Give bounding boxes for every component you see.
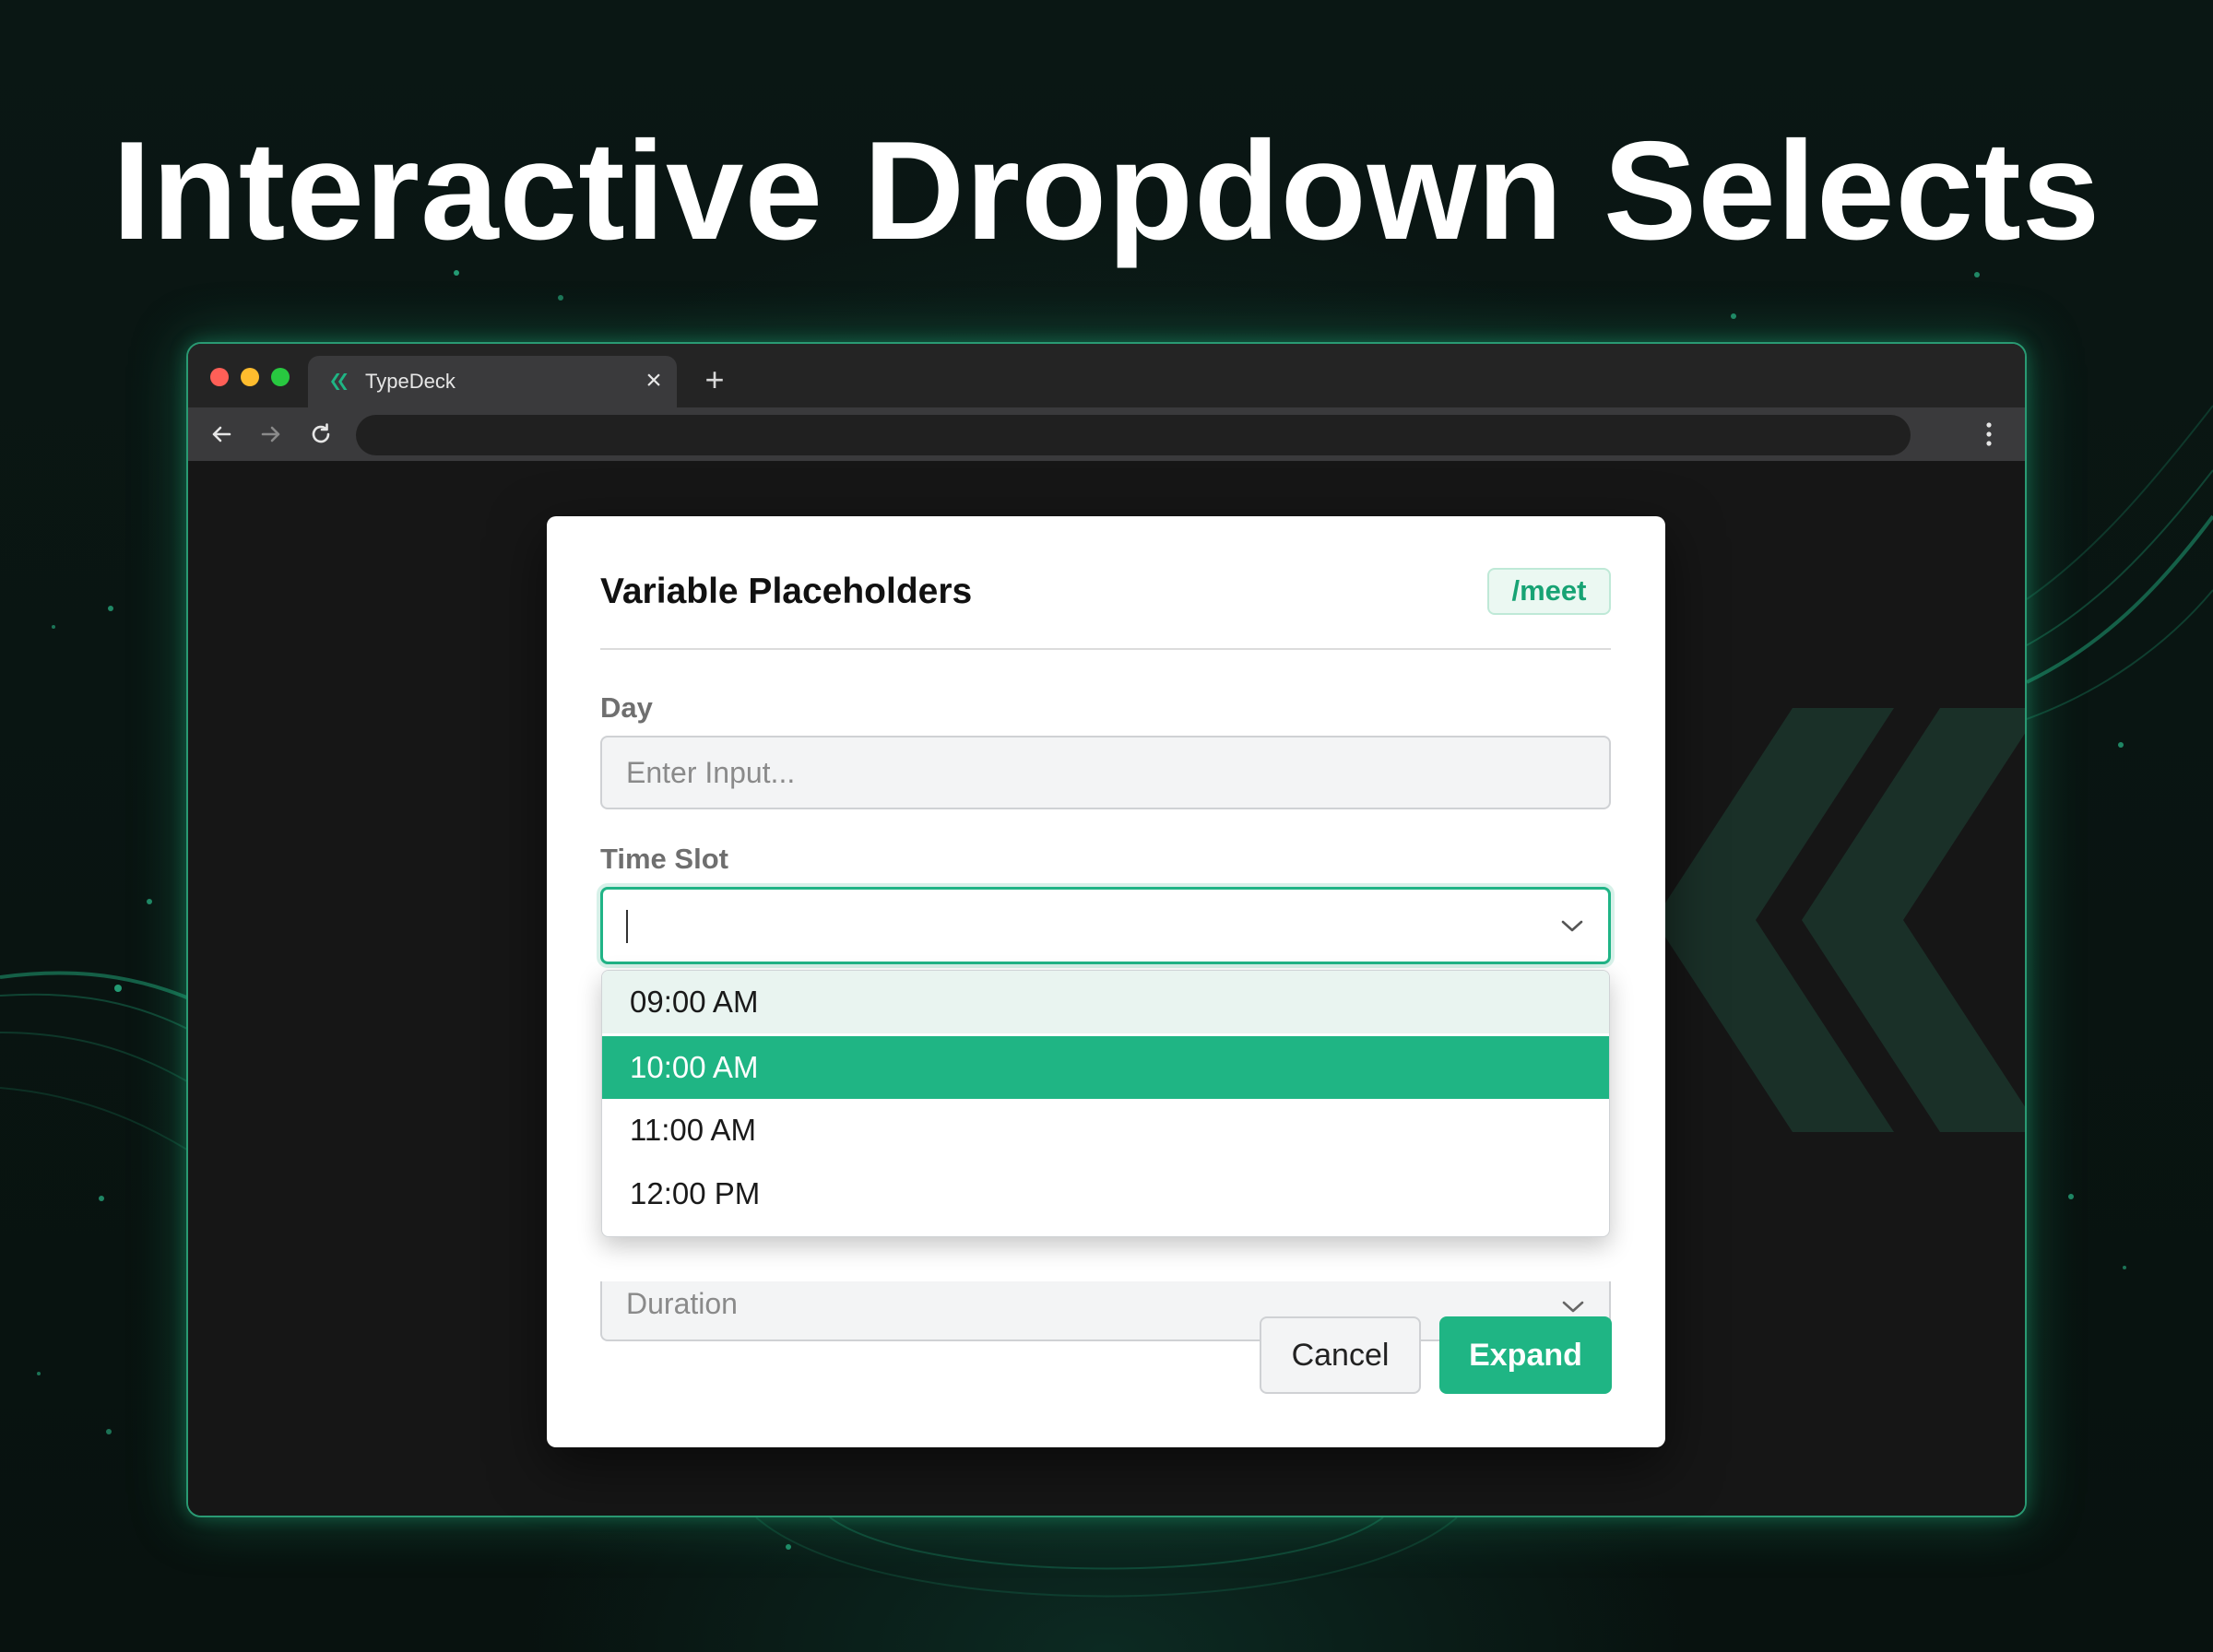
text-cursor xyxy=(626,910,628,943)
close-icon[interactable]: × xyxy=(640,365,668,396)
typedeck-logo-icon xyxy=(331,373,348,390)
tab-bar: TypeDeck × + xyxy=(188,344,2025,407)
variable-placeholders-dialog: Variable Placeholders /meet Day Time Slo… xyxy=(547,516,1665,1447)
typedeck-watermark-icon xyxy=(1654,708,2025,1132)
expand-button[interactable]: Expand xyxy=(1439,1316,1612,1394)
time-slot-option[interactable]: 09:00 AM xyxy=(602,971,1609,1033)
tab-title: TypeDeck xyxy=(365,370,456,393)
duration-placeholder: Duration xyxy=(626,1287,738,1320)
day-label: Day xyxy=(600,691,653,724)
cancel-button[interactable]: Cancel xyxy=(1260,1316,1421,1394)
time-slot-select[interactable] xyxy=(600,887,1611,964)
back-arrow-icon[interactable] xyxy=(207,419,236,449)
promo-stage: Interactive Dropdown Selects TypeDeck × … xyxy=(0,0,2213,1652)
chevron-down-icon[interactable] xyxy=(1561,1300,1585,1315)
minimize-window-button[interactable] xyxy=(241,368,259,386)
plus-icon[interactable]: + xyxy=(698,363,731,397)
maximize-window-button[interactable] xyxy=(271,368,290,386)
more-vertical-icon[interactable] xyxy=(1980,418,1998,451)
divider xyxy=(600,648,1611,650)
close-window-button[interactable] xyxy=(210,368,229,386)
time-slot-option[interactable]: 11:00 AM xyxy=(602,1099,1609,1162)
chevron-down-icon[interactable] xyxy=(1560,919,1584,934)
tab-typedeck[interactable]: TypeDeck × xyxy=(308,356,677,407)
headline: Interactive Dropdown Selects xyxy=(112,112,2101,269)
forward-arrow-icon[interactable] xyxy=(256,419,286,449)
time-slot-option[interactable]: 12:00 PM xyxy=(602,1162,1609,1225)
dialog-title: Variable Placeholders xyxy=(600,572,973,611)
time-slot-dropdown: 09:00 AM 10:00 AM 11:00 AM 12:00 PM xyxy=(601,970,1610,1237)
reload-icon[interactable] xyxy=(306,419,336,449)
time-slot-label: Time Slot xyxy=(600,843,728,875)
day-input[interactable] xyxy=(600,736,1611,809)
time-slot-option-selected[interactable]: 10:00 AM xyxy=(602,1036,1609,1099)
shortcut-badge: /meet xyxy=(1487,568,1611,615)
browser-toolbar xyxy=(188,407,2025,461)
address-bar[interactable] xyxy=(356,415,1911,455)
